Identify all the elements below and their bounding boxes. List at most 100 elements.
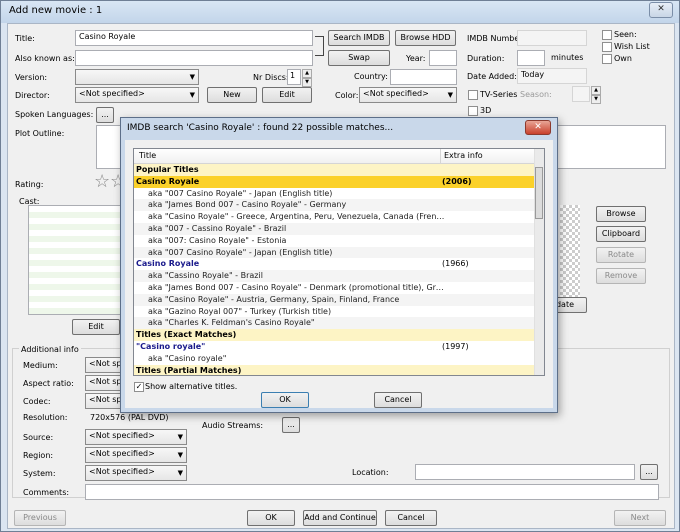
color-value: <Not specified>	[363, 89, 429, 98]
medium-select[interactable]: <Not sp	[85, 357, 125, 373]
color-label: Color:	[335, 91, 359, 100]
comments-label: Comments:	[23, 488, 70, 497]
spin-up-icon[interactable]: ▲	[302, 69, 312, 78]
3d-checkbox[interactable]	[468, 106, 478, 116]
results-row[interactable]: aka "007: Casino Royale" - Estonia	[134, 235, 538, 247]
country-label: Country:	[354, 72, 388, 81]
cast-list[interactable]	[28, 205, 124, 315]
nr-discs-input[interactable]: 1	[287, 69, 301, 85]
spin-up-icon[interactable]: ▲	[591, 86, 601, 95]
aka-label: Also known as:	[15, 54, 75, 63]
dialog-cancel-button[interactable]: Cancel	[374, 392, 422, 408]
spin-down-icon[interactable]: ▼	[591, 95, 601, 104]
dialog-ok-button[interactable]: OK	[261, 392, 309, 408]
aka-input[interactable]	[75, 50, 313, 66]
results-list[interactable]: Title Extra info Popular Titles Casino Ro…	[133, 148, 545, 376]
title-input[interactable]: Casino Royale	[75, 30, 313, 46]
aspect-ratio-select[interactable]: <Not sp	[85, 375, 125, 391]
results-row[interactable]: aka "Charles K. Feldman's Casino Royale"	[134, 317, 538, 330]
ok-button[interactable]: OK	[247, 510, 295, 526]
color-select[interactable]: <Not specified> ▼	[359, 87, 457, 103]
search-imdb-button[interactable]: Search IMDB	[328, 30, 390, 46]
results-group-header: Titles (Exact Matches)	[134, 329, 538, 341]
tv-series-checkbox[interactable]	[468, 90, 478, 100]
audio-streams-label: Audio Streams:	[202, 421, 264, 430]
source-value: <Not specified>	[89, 431, 155, 440]
location-input[interactable]	[415, 464, 635, 480]
results-row[interactable]: aka "Casino Royale" - Austria, Germany, …	[134, 293, 538, 306]
title-bar: Add new movie : 1 ✕	[1, 1, 679, 23]
imdb-number-input[interactable]	[517, 30, 587, 46]
star-icon[interactable]: ☆	[94, 171, 110, 192]
window-close-button[interactable]: ✕	[649, 2, 673, 18]
results-scrollbar[interactable]	[534, 149, 544, 375]
results-row[interactable]: Casino Royale (2006)	[134, 175, 538, 188]
results-row[interactable]: aka "007 Casino Royale" - Japan (English…	[134, 188, 538, 200]
source-select[interactable]: <Not specified> ▼	[85, 429, 187, 445]
remove-button[interactable]: Remove	[596, 268, 646, 284]
new-director-button[interactable]: New	[207, 87, 257, 103]
director-select[interactable]: <Not specified> ▼	[75, 87, 199, 103]
season-spinner[interactable]: ▲ ▼	[591, 86, 601, 104]
spin-down-icon[interactable]: ▼	[302, 78, 312, 87]
rotate-button[interactable]: Rotate	[596, 247, 646, 263]
clipboard-button[interactable]: Clipboard	[596, 226, 646, 242]
cancel-button[interactable]: Cancel	[385, 510, 437, 526]
nr-discs-spinner[interactable]: ▲ ▼	[302, 69, 312, 87]
results-row[interactable]: aka "Casino royale"	[134, 353, 538, 365]
country-input[interactable]	[390, 69, 457, 85]
year-label: Year:	[406, 54, 426, 63]
swap-button[interactable]: Swap	[328, 50, 390, 66]
row-title: Casino Royale	[136, 176, 200, 186]
codec-select[interactable]: <Not sp	[85, 393, 125, 409]
cast-edit-button[interactable]: Edit	[72, 319, 120, 335]
system-select[interactable]: <Not specified> ▼	[85, 465, 187, 481]
scrollbar-thumb[interactable]	[535, 167, 543, 219]
results-row[interactable]: aka "007 - Cassino Royale" - Brazil	[134, 222, 538, 235]
add-and-continue-button[interactable]: Add and Continue	[303, 510, 377, 526]
audio-streams-button[interactable]: ...	[282, 417, 300, 433]
resolution-label: Resolution:	[23, 413, 68, 422]
results-group-header: Titles (Partial Matches)	[134, 364, 538, 375]
browse-hdd-button[interactable]: Browse HDD	[395, 30, 456, 46]
region-select[interactable]: <Not specified> ▼	[85, 447, 187, 463]
results-row[interactable]: aka "James Bond 007 - Casino Royale" - G…	[134, 199, 538, 212]
imdb-search-dialog: IMDB search 'Casino Royale' : found 22 p…	[120, 117, 558, 413]
year-input[interactable]	[429, 50, 457, 66]
tv-series-label: TV-Series	[480, 90, 518, 99]
next-button[interactable]: Next	[614, 510, 666, 526]
location-label: Location:	[352, 468, 389, 477]
comments-input[interactable]	[85, 484, 659, 500]
column-extra-info[interactable]: Extra info	[444, 151, 483, 160]
row-title: aka "James Bond 007 - Casino Royale" - G…	[148, 200, 347, 210]
results-row[interactable]: aka "Gazino Royal 007" - Turkey (Turkish…	[134, 306, 538, 318]
own-checkbox[interactable]	[602, 54, 612, 64]
browse-poster-button[interactable]: Browse	[596, 206, 646, 222]
dialog-close-button[interactable]: ✕	[525, 120, 551, 135]
results-row[interactable]: aka "007 Casino Royale" - Japan (English…	[134, 246, 538, 259]
date-added-input[interactable]: Today	[517, 68, 587, 84]
location-browse-button[interactable]: ...	[640, 464, 658, 480]
own-label: Own	[614, 54, 632, 63]
duration-input[interactable]	[517, 50, 545, 66]
previous-button[interactable]: Previous	[14, 510, 66, 526]
row-extra-info: (2006)	[442, 176, 472, 186]
results-row[interactable]: Casino Royale (1966)	[134, 258, 538, 270]
chevron-down-icon: ▼	[177, 451, 183, 459]
season-label: Season:	[520, 90, 552, 99]
results-row[interactable]: aka "Casino Royale" - Greece, Argentina,…	[134, 211, 538, 223]
season-input[interactable]	[572, 86, 590, 102]
additional-info-header: Additional info	[19, 345, 81, 354]
column-title[interactable]: Title	[139, 151, 156, 160]
results-row[interactable]: aka "James Bond 007 - Casino Royale" - D…	[134, 282, 538, 294]
show-alt-titles-checkbox[interactable]: ✓	[134, 382, 144, 392]
results-row[interactable]: "Casino royale" (1997)	[134, 341, 538, 353]
wish-list-checkbox[interactable]	[602, 42, 612, 52]
results-row[interactable]: aka "Cassino Royale" - Brazil	[134, 270, 538, 282]
edit-director-button[interactable]: Edit	[262, 87, 312, 103]
seen-checkbox[interactable]	[602, 30, 612, 40]
version-select[interactable]: ▼	[75, 69, 199, 85]
row-title: aka "Gazino Royal 007" - Turkey (Turkish…	[148, 306, 332, 316]
spoken-languages-button[interactable]: ...	[96, 107, 114, 123]
resolution-value[interactable]: 720x576 (PAL DVD)	[90, 413, 169, 422]
